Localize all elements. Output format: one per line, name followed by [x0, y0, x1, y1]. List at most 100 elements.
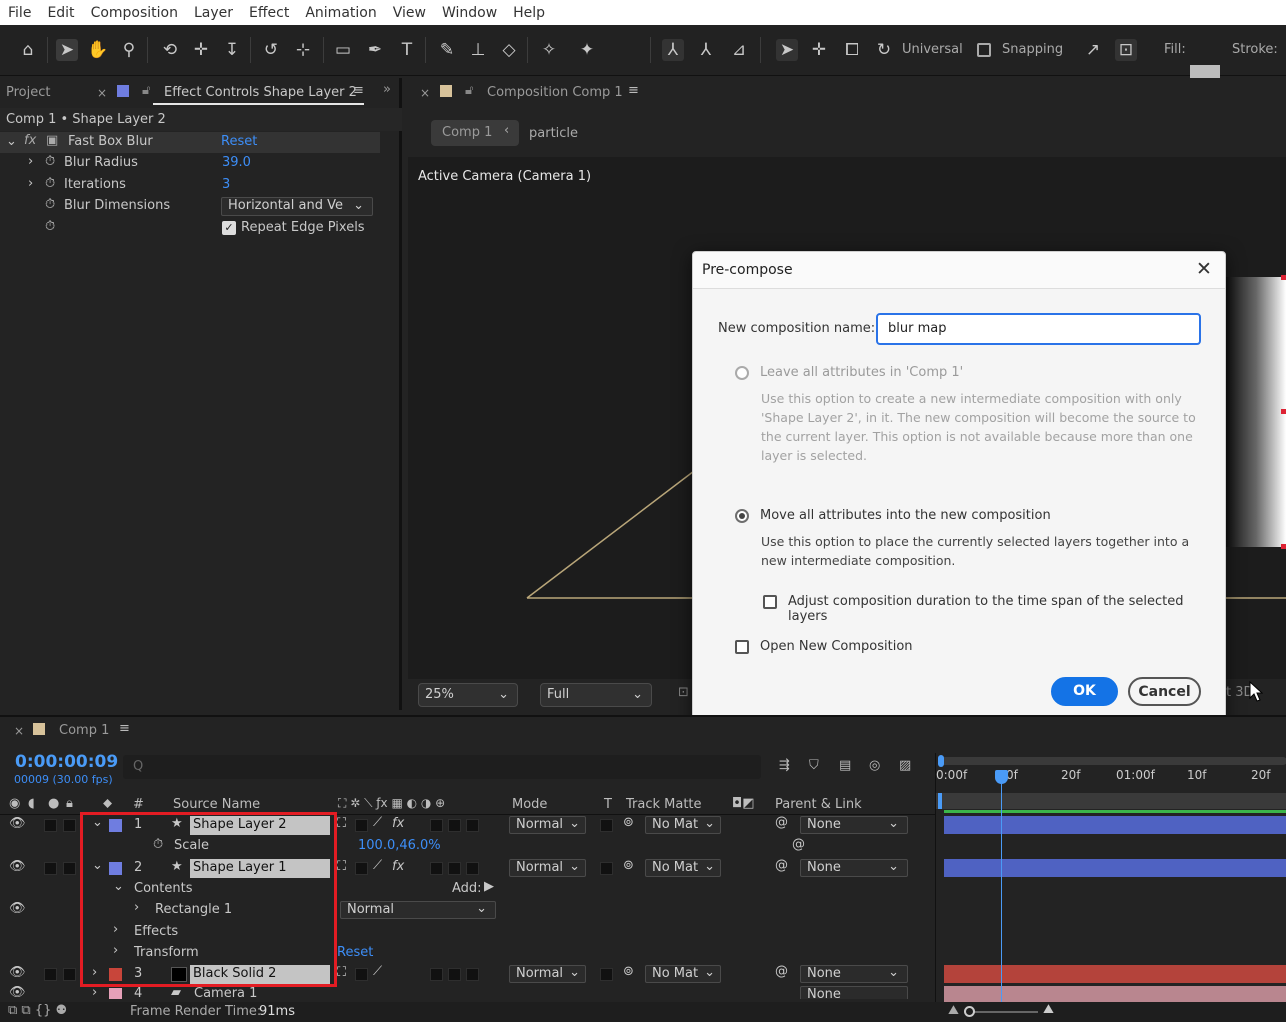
brush-tool-icon[interactable]: ✎	[436, 39, 458, 61]
layer-bar-2[interactable]	[944, 859, 1286, 877]
clone-stamp-tool-icon[interactable]: ⊥	[467, 39, 489, 61]
type-tool-icon[interactable]: T	[396, 39, 418, 61]
timeline-search-input[interactable]: Q	[123, 755, 761, 779]
zoom-slider-thumb[interactable]	[964, 1006, 975, 1017]
lock-icon[interactable]: 🔓︎	[142, 83, 150, 98]
adjustment-switch[interactable]	[448, 862, 461, 875]
fx-switch-icon[interactable]: fx	[392, 816, 404, 831]
stopwatch-icon[interactable]: ⏱︎	[45, 154, 55, 169]
breadcrumb-particle[interactable]: particle	[529, 126, 578, 141]
adjustment-switch[interactable]	[448, 819, 461, 832]
iterations-value[interactable]: 3	[222, 177, 230, 192]
tab-effect-controls[interactable]: Effect Controls Shape Layer 2	[164, 85, 357, 100]
layer-label-color[interactable]	[109, 988, 122, 999]
menu-composition[interactable]: Composition	[83, 5, 186, 21]
pick-whip-icon[interactable]: @	[792, 837, 805, 852]
preserve-transparency-toggle[interactable]	[600, 862, 613, 875]
mode-dropdown[interactable]: Normal ⌄	[509, 816, 586, 834]
motion-blur-switch[interactable]	[430, 862, 443, 875]
preserve-transparency-toggle[interactable]	[600, 968, 613, 981]
solo-toggle[interactable]	[44, 862, 57, 875]
mode-dropdown[interactable]: Normal ⌄	[509, 965, 586, 983]
adjustment-switch[interactable]	[448, 968, 461, 981]
zoom-slider-track[interactable]	[972, 1011, 1038, 1013]
close-tab-icon[interactable]: ×	[14, 724, 24, 738]
rectangle-tool-icon[interactable]: ▭	[332, 39, 354, 61]
expand-panels-icon[interactable]: »	[383, 82, 391, 97]
track-matte-dropdown[interactable]: No Mat ⌄	[645, 816, 721, 834]
stopwatch-icon[interactable]: ⏱︎	[45, 176, 55, 191]
visibility-eye-icon[interactable]: 👁︎	[9, 965, 26, 980]
ok-button[interactable]: OK	[1051, 677, 1118, 706]
solo-toggle[interactable]	[44, 819, 57, 832]
zoom-out-icon[interactable]: ⛰	[948, 1003, 959, 1018]
world-axis-icon[interactable]: ⅄	[695, 39, 717, 61]
resolution-dropdown[interactable]: Full ⌄	[540, 683, 652, 707]
blur-dimensions-dropdown[interactable]: Horizontal and Ve ⌄	[221, 197, 373, 216]
effect-reset-link[interactable]: Reset	[221, 134, 257, 149]
adjust-duration-checkbox[interactable]	[763, 595, 777, 609]
mode-dropdown[interactable]: Normal ⌄	[509, 859, 586, 877]
lock-toggle[interactable]	[63, 819, 76, 832]
status-icons[interactable]: ⧉ ⧉ {} ⚉	[8, 1003, 67, 1018]
shy-layers-icon[interactable]: ⛉	[809, 758, 819, 773]
menu-view[interactable]: View	[385, 5, 434, 21]
menu-edit[interactable]: Edit	[39, 5, 82, 21]
move-icon[interactable]: ✛	[808, 39, 830, 61]
menu-animation[interactable]: Animation	[297, 5, 384, 21]
menu-help[interactable]: Help	[505, 5, 553, 21]
view-axis-icon[interactable]: ⊿	[728, 39, 750, 61]
preserve-transparency-toggle[interactable]	[600, 819, 613, 832]
open-new-comp-checkbox[interactable]	[735, 640, 749, 654]
parent-dropdown[interactable]: None ⌄	[800, 859, 908, 877]
work-area-bar[interactable]	[940, 757, 1286, 765]
motion-blur-switch[interactable]	[430, 819, 443, 832]
layer-bar-3[interactable]	[944, 965, 1286, 983]
tab-composition[interactable]: Composition Comp 1	[487, 85, 623, 100]
radio-move-attributes[interactable]	[735, 509, 749, 523]
dolly-tool-icon[interactable]: ↧	[221, 39, 243, 61]
effect-row-fast-box-blur[interactable]: ⌄ fx ▣ Fast Box Blur Reset	[0, 132, 380, 153]
chevron-right-icon[interactable]: ›	[28, 176, 33, 191]
orbit-tool-icon[interactable]: ⟲	[159, 39, 181, 61]
chevron-down-icon[interactable]: ⌄	[6, 134, 17, 149]
pick-whip-icon[interactable]: @	[775, 858, 788, 873]
menu-effect[interactable]: Effect	[241, 5, 297, 21]
hand-tool-icon[interactable]: ✋	[87, 39, 109, 61]
lock-toggle[interactable]	[63, 862, 76, 875]
collapse-switch[interactable]	[355, 819, 368, 832]
roto-brush-tool-icon[interactable]: ✧	[538, 39, 560, 61]
solo-toggle[interactable]	[44, 968, 57, 981]
puppet-tool-icon[interactable]: ✦	[576, 39, 598, 61]
lock-toggle[interactable]	[63, 968, 76, 981]
parent-dropdown[interactable]: None ⌄	[800, 965, 908, 983]
shy-switch-icon[interactable]: ⛶	[337, 859, 346, 874]
layer-bar-4[interactable]	[944, 986, 1286, 1002]
local-axis-icon[interactable]: ⅄	[662, 39, 684, 61]
fx-icon[interactable]: fx	[24, 133, 36, 148]
menu-layer[interactable]: Layer	[186, 5, 241, 21]
visibility-eye-icon[interactable]: 👁︎	[9, 985, 26, 999]
collapse-switch[interactable]	[355, 968, 368, 981]
matte-link-icon[interactable]: ⊚	[623, 815, 634, 830]
snapping-checkbox[interactable]	[977, 43, 991, 57]
stopwatch-icon[interactable]: ⏱︎	[45, 197, 55, 212]
playhead-handle[interactable]	[995, 770, 1008, 784]
frame-blending-icon[interactable]: ▤	[839, 758, 851, 773]
chevron-right-icon[interactable]: ›	[28, 154, 33, 169]
panel-menu-icon[interactable]: ≡	[353, 83, 364, 98]
fx-switch-icon[interactable]: fx	[392, 859, 404, 874]
graph-editor-icon[interactable]: ▨	[899, 758, 911, 773]
tab-timeline-comp1[interactable]: Comp 1	[59, 723, 109, 738]
anchor-tool-icon[interactable]: ⊹	[292, 39, 314, 61]
quality-switch-icon[interactable]: ⟋	[373, 858, 382, 873]
quality-switch-icon[interactable]: ⟋	[373, 964, 382, 979]
radio-leave-attributes[interactable]	[735, 366, 749, 380]
rectangle-blend-dropdown[interactable]: Normal ⌄	[340, 901, 496, 919]
collapse-switch[interactable]	[355, 862, 368, 875]
region-icon[interactable]: ⊡	[678, 685, 689, 700]
layer-name-camera-1[interactable]: Camera 1	[194, 986, 257, 999]
universal-select-icon[interactable]: ➤	[776, 39, 798, 61]
pan-tool-icon[interactable]: ✛	[190, 39, 212, 61]
parent-dropdown[interactable]: None ⌄	[800, 816, 908, 834]
